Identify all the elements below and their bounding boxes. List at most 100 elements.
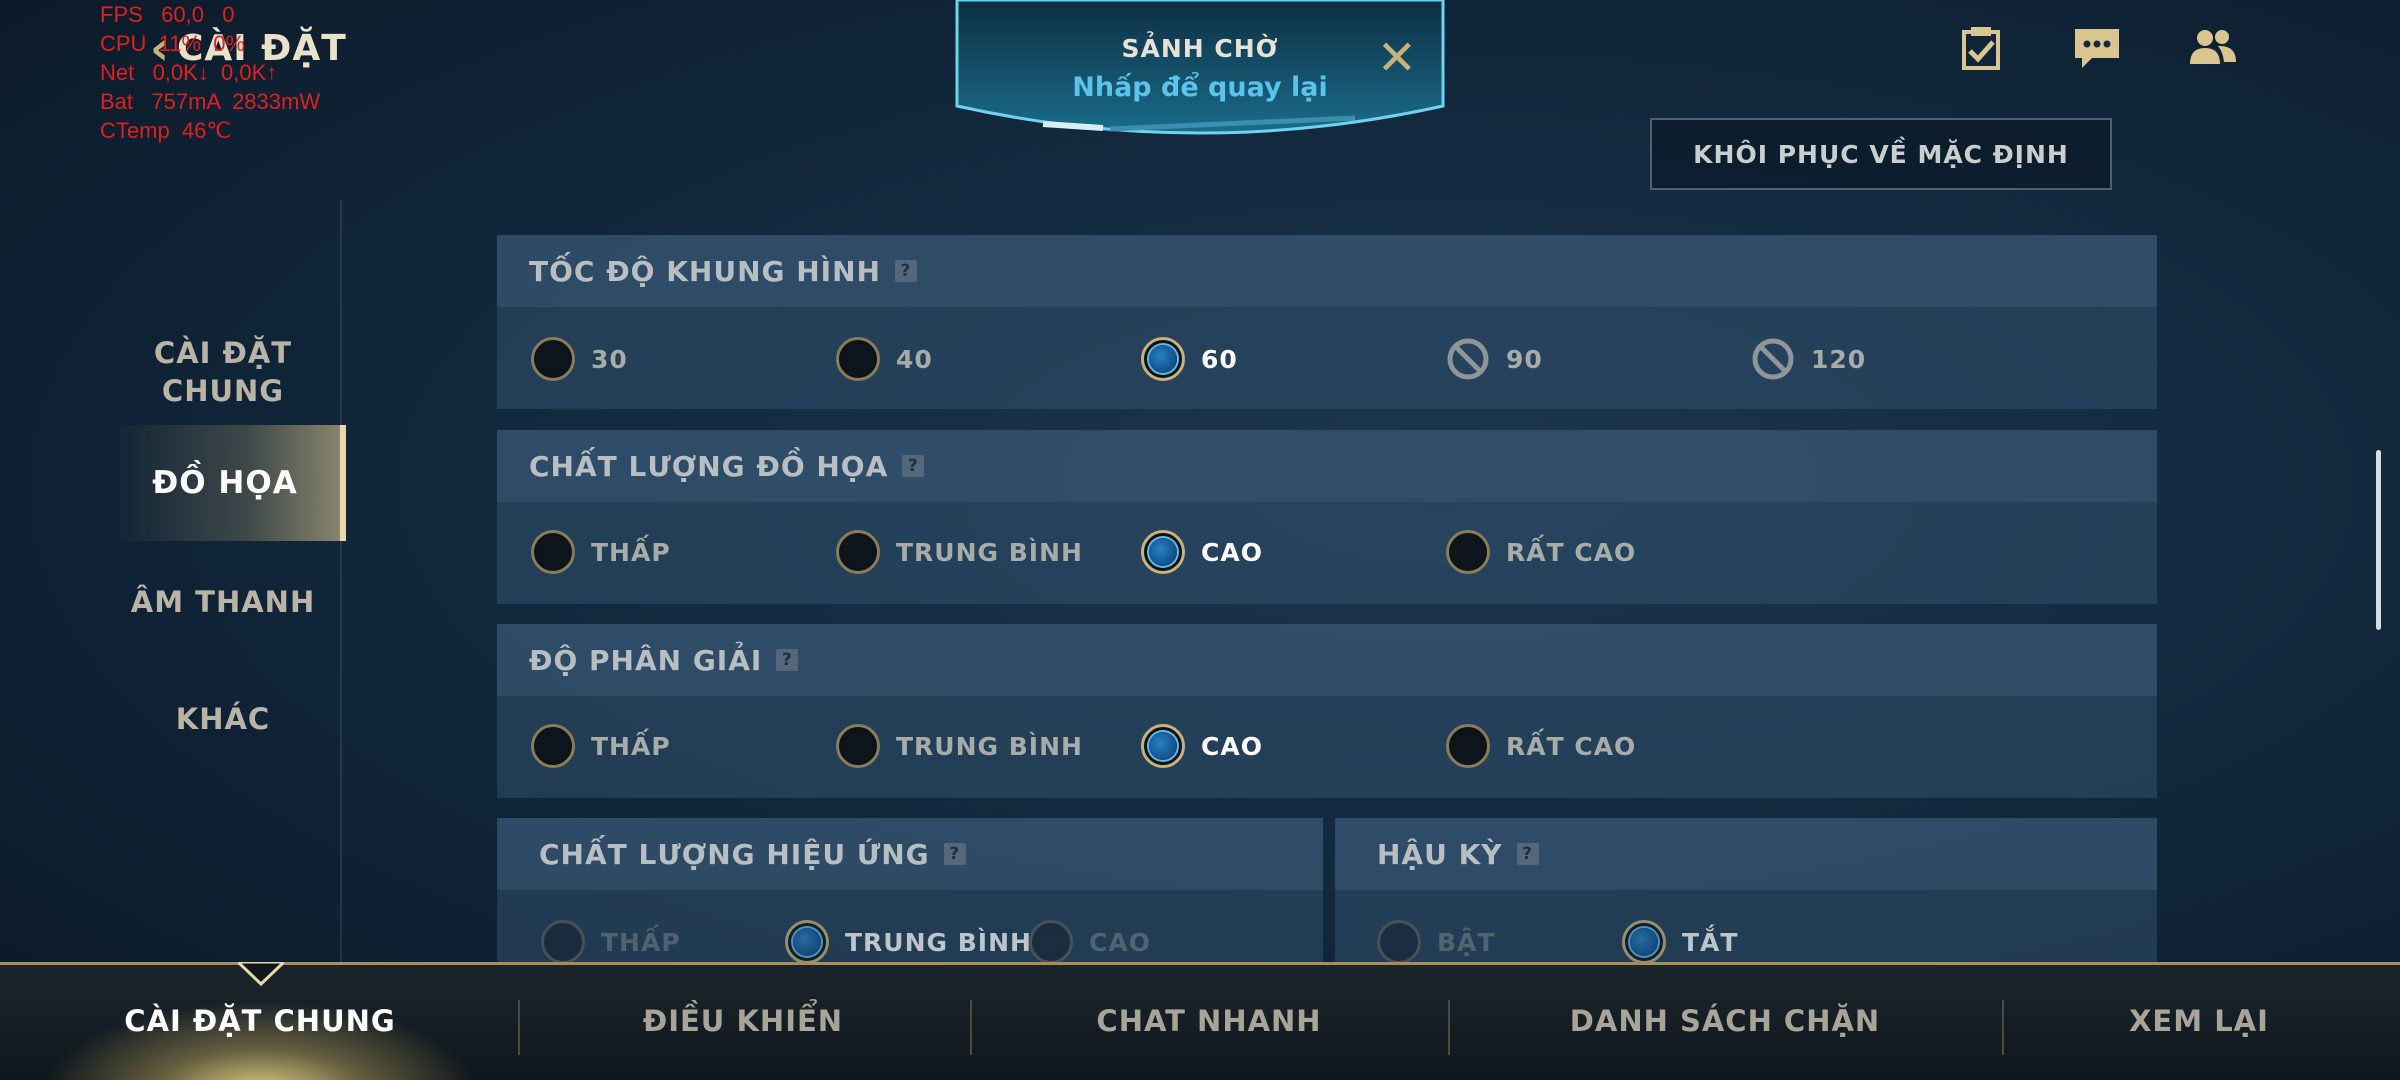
option-label: RẤT CAO <box>1506 731 1637 761</box>
graphics-quality-option-medium[interactable]: TRUNG BÌNH <box>836 530 1083 574</box>
radio-icon <box>541 920 585 962</box>
graphics-quality-option-high[interactable]: CAO <box>1141 530 1263 574</box>
option-label: TRUNG BÌNH <box>896 731 1083 761</box>
frame-rate-option-120[interactable]: 120 <box>1751 337 1866 381</box>
radio-selected-icon <box>1141 530 1185 574</box>
post-processing-option-on[interactable]: BẬT <box>1377 920 1495 962</box>
graphics-quality-header: CHẤT LƯỢNG ĐỒ HỌA ? <box>497 430 2157 502</box>
debug-fps: FPS 60,0 0 <box>100 2 235 27</box>
effects-quality-title: CHẤT LƯỢNG HIỆU ỨNG <box>539 837 930 871</box>
disabled-icon <box>1447 338 1489 380</box>
resolution-option-high[interactable]: CAO <box>1141 724 1263 768</box>
frame-rate-option-90[interactable]: 90 <box>1446 337 1543 381</box>
radio-icon <box>531 530 575 574</box>
effects-quality-section: CHẤT LƯỢNG HIỆU ỨNG ? THẤP TRUNG BÌNH CA… <box>497 818 1323 962</box>
debug-overlay: FPS 60,0 0 CPU 11% 0% Net 0,0K↓ 0,0K↑ Ba… <box>100 0 320 145</box>
radio-icon <box>836 337 880 381</box>
option-label: TRUNG BÌNH <box>896 537 1083 567</box>
graphics-quality-section: CHẤT LƯỢNG ĐỒ HỌA ? THẤP TRUNG BÌNH CAO … <box>497 430 2157 604</box>
debug-bat: Bat 757mA 2833mW <box>100 89 321 114</box>
help-icon[interactable]: ? <box>776 649 799 671</box>
help-icon[interactable]: ? <box>894 260 917 282</box>
option-label: 60 <box>1201 344 1238 374</box>
radio-icon <box>1446 724 1490 768</box>
resolution-header: ĐỘ PHÂN GIẢI ? <box>497 624 2157 696</box>
post-processing-title: HẬU KỲ <box>1377 837 1503 871</box>
radio-selected-icon <box>1141 724 1185 768</box>
option-label: THẤP <box>601 927 681 957</box>
frame-rate-section: TỐC ĐỘ KHUNG HÌNH ? 30 40 60 90 120 <box>497 235 2157 409</box>
option-label: TRUNG BÌNH <box>845 927 1032 957</box>
radio-icon <box>1446 530 1490 574</box>
nav-item-graphics[interactable]: ĐỒ HỌA <box>110 425 346 541</box>
option-label: 30 <box>591 344 628 374</box>
nav-item-general[interactable]: CÀI ĐẶT CHUNG <box>110 334 336 410</box>
option-label: 120 <box>1811 344 1867 374</box>
graphics-quality-option-low[interactable]: THẤP <box>531 530 671 574</box>
bottom-tab-block-list[interactable]: DANH SÁCH CHẶN <box>1450 962 2000 1080</box>
radio-selected-icon <box>1141 337 1185 381</box>
post-processing-header: HẬU KỲ ? <box>1335 818 2157 890</box>
bottom-tab-replay[interactable]: XEM LẠI <box>2004 962 2394 1080</box>
nav-divider <box>340 200 342 970</box>
option-label: CAO <box>1089 927 1151 957</box>
option-label: THẤP <box>591 537 671 567</box>
resolution-title: ĐỘ PHÂN GIẢI <box>529 643 763 677</box>
missions-icon[interactable] <box>1956 24 2006 72</box>
frame-rate-header: TỐC ĐỘ KHUNG HÌNH ? <box>497 235 2157 307</box>
effects-quality-option-high[interactable]: CAO <box>1029 920 1151 962</box>
restore-defaults-button[interactable]: KHÔI PHỤC VỀ MẶC ĐỊNH <box>1650 118 2112 190</box>
option-label: CAO <box>1201 731 1263 761</box>
radio-icon <box>836 530 880 574</box>
radio-icon <box>531 724 575 768</box>
radio-icon <box>836 724 880 768</box>
debug-net: Net 0,0K↓ 0,0K↑ <box>100 60 278 85</box>
nav-item-graphics-label: ĐỒ HỌA <box>152 465 298 501</box>
effects-quality-option-low[interactable]: THẤP <box>541 920 681 962</box>
post-processing-option-off[interactable]: TẮT <box>1622 920 1738 962</box>
scrollbar[interactable] <box>2376 450 2381 630</box>
lobby-title: SẢNH CHỜ <box>1121 34 1279 63</box>
close-icon[interactable]: ✕ <box>1377 34 1417 82</box>
frame-rate-option-60[interactable]: 60 <box>1141 337 1238 381</box>
option-label: THẤP <box>591 731 671 761</box>
debug-cpu: CPU 11% 0% <box>100 31 246 56</box>
graphics-quality-title: CHẤT LƯỢNG ĐỒ HỌA <box>529 449 889 483</box>
resolution-section: ĐỘ PHÂN GIẢI ? THẤP TRUNG BÌNH CAO RẤT C… <box>497 624 2157 798</box>
post-processing-section: HẬU KỲ ? BẬT TẮT <box>1335 818 2157 962</box>
friends-icon[interactable] <box>2188 24 2238 72</box>
bottom-tab-quick-chat[interactable]: CHAT NHANH <box>972 962 1446 1080</box>
option-label: BẬT <box>1437 927 1496 957</box>
nav-item-sound[interactable]: ÂM THANH <box>110 583 336 621</box>
option-label: CAO <box>1201 537 1263 567</box>
nav-item-other[interactable]: KHÁC <box>110 700 336 738</box>
chat-icon[interactable] <box>2072 24 2122 72</box>
resolution-option-very-high[interactable]: RẤT CAO <box>1446 724 1636 768</box>
radio-selected-icon <box>1622 920 1666 962</box>
lobby-return-banner[interactable]: SẢNH CHỜ Nhấp để quay lại ✕ <box>955 0 1445 140</box>
option-label: 90 <box>1506 344 1543 374</box>
radio-selected-icon <box>785 920 829 962</box>
option-label: TẮT <box>1682 927 1739 957</box>
radio-icon <box>1029 920 1073 962</box>
lobby-subtitle: Nhấp để quay lại <box>1072 72 1328 103</box>
option-label: RẤT CAO <box>1506 537 1637 567</box>
radio-icon <box>531 337 575 381</box>
help-icon[interactable]: ? <box>943 843 966 865</box>
help-icon[interactable]: ? <box>1516 843 1539 865</box>
option-label: 40 <box>896 344 933 374</box>
frame-rate-option-40[interactable]: 40 <box>836 337 933 381</box>
frame-rate-title: TỐC ĐỘ KHUNG HÌNH <box>529 254 881 288</box>
help-icon[interactable]: ? <box>902 455 925 477</box>
radio-icon <box>1377 920 1421 962</box>
effects-quality-header: CHẤT LƯỢNG HIỆU ỨNG ? <box>497 818 1323 890</box>
effects-quality-option-medium[interactable]: TRUNG BÌNH <box>785 920 1032 962</box>
disabled-icon <box>1752 338 1794 380</box>
resolution-option-low[interactable]: THẤP <box>531 724 671 768</box>
bottom-tab-controls[interactable]: ĐIỀU KHIỂN <box>520 962 966 1080</box>
bottom-tab-general[interactable]: CÀI ĐẶT CHUNG <box>40 962 480 1080</box>
resolution-option-medium[interactable]: TRUNG BÌNH <box>836 724 1083 768</box>
graphics-quality-option-very-high[interactable]: RẤT CAO <box>1446 530 1636 574</box>
lobby-banner-shape <box>955 0 1445 135</box>
frame-rate-option-30[interactable]: 30 <box>531 337 628 381</box>
